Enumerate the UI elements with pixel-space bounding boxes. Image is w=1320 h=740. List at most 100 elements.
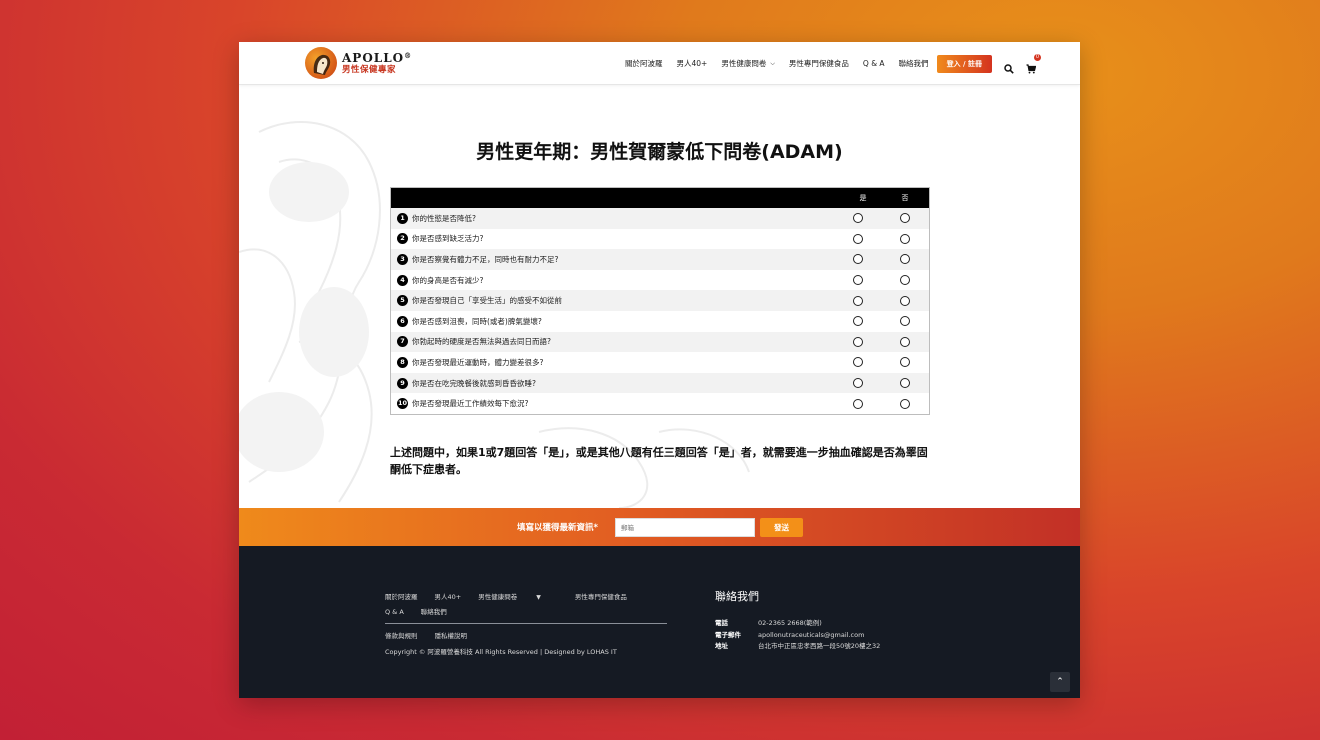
cart-icon[interactable]: 0 (1026, 53, 1041, 73)
contact-key: 電子郵件 (715, 630, 741, 639)
footer-nav-health-survey[interactable]: 男性健康問卷 ▼ (478, 590, 558, 605)
footer-nav-about[interactable]: 關於阿波羅 (385, 590, 418, 604)
contact-email[interactable]: apollonutraceuticals@gmail.com (758, 630, 864, 642)
table-row: 8 你是否發現最近運動時，體力變差很多? (391, 352, 929, 373)
answer-yes-radio[interactable] (853, 254, 863, 265)
answer-yes-radio[interactable] (853, 398, 863, 409)
contact-key: 電話 (715, 619, 728, 627)
answer-no-radio[interactable] (900, 336, 910, 347)
nav-item-men-40[interactable]: 男人40+ (677, 58, 708, 69)
search-icon[interactable] (1004, 59, 1014, 74)
contact-address-row: 地址 台北市中正區忠孝西路一段50號20樓之32 (715, 641, 880, 653)
question-number-badge: 2 (397, 233, 408, 245)
question-number-badge: 3 (397, 253, 408, 265)
logo-registered-mark: ® (404, 50, 413, 60)
copyright-text: Copyright © 阿波羅營養科技 All Rights Reserved … (385, 648, 617, 656)
question-number-badge: 5 (397, 295, 408, 307)
answer-yes-radio[interactable] (853, 213, 863, 224)
site-logo[interactable]: APOLLO® 男性保健專家 (305, 46, 412, 80)
table-row: 1 你的性慾是否降低? (391, 208, 929, 229)
nav-item-contact[interactable]: 聯絡我們 (899, 58, 929, 69)
apollo-head-logo-icon (305, 47, 337, 79)
answer-no-radio[interactable] (900, 398, 910, 409)
nav-item-label: 男人40+ (676, 59, 708, 68)
nav-item-health-survey[interactable]: 男性健康問卷 ⌵ (721, 58, 775, 69)
nav-item-label: 關於阿波羅 (625, 59, 663, 68)
footer-nav-qa[interactable]: Q & A (385, 605, 404, 619)
nav-item-label: 男性專門保健食品 (788, 59, 849, 68)
answer-yes-radio[interactable] (853, 336, 863, 347)
question-text: 你是否發現最近運動時，體力變差很多? (412, 357, 544, 367)
login-register-button[interactable]: 登入 / 註冊 (936, 54, 992, 73)
logo-subtitle: 男性保健專家 (342, 64, 397, 75)
question-text: 你勃起時的硬度是否無法與過去同日而語? (412, 337, 551, 347)
newsletter-send-button[interactable]: 發送 (760, 518, 803, 537)
footer-nav: 關於阿波羅 男人40+ 男性健康問卷 ▼ 男性專門保健食品 Q & A 聯絡我們 (385, 590, 667, 619)
question-number-badge: 6 (397, 315, 408, 327)
scroll-to-top-button[interactable]: ⌃ (1050, 672, 1070, 692)
terms-link[interactable]: 條款與規則 (385, 632, 418, 640)
table-row: 3 你是否察覺有體力不足，同時也有耐力不足? (391, 249, 929, 270)
question-text: 你是否在吃完晚餐後就感到昏昏欲睡? (412, 378, 536, 388)
contact-phone[interactable]: 02-2365 2668(範例) (758, 618, 822, 630)
newsletter-email-input[interactable] (615, 518, 755, 537)
contact-heading: 聯絡我們 (715, 590, 759, 603)
caret-down-icon: ▼ (536, 594, 541, 601)
answer-no-radio[interactable] (900, 233, 910, 244)
footer-nav-products[interactable]: 男性專門保健食品 (575, 590, 627, 604)
table-row: 4 你的身高是否有減少? (391, 269, 929, 291)
column-header-no: 否 (901, 194, 909, 202)
question-number-badge: 10 (397, 398, 408, 410)
column-header-yes: 是 (859, 194, 867, 202)
contact-info: 電話 02-2365 2668(範例) 電子郵件 apollonutraceutic… (715, 618, 880, 653)
logo-title: APOLLO (342, 50, 405, 65)
answer-yes-radio[interactable] (853, 357, 863, 368)
table-row: 5 你是否發現自己「享受生活」的感受不如從前 (391, 290, 929, 311)
question-rows: 1 你的性慾是否降低? 2 你是否感到缺乏活力? 3 你是否察覺有體力不足，同時… (391, 208, 929, 414)
nav-item-label: 男性健康問卷 (721, 59, 767, 68)
footer-nav-men-40[interactable]: 男人40+ (435, 590, 462, 604)
question-number-badge: 4 (397, 274, 408, 286)
table-header: 是 否 (391, 188, 929, 208)
answer-no-radio[interactable] (900, 275, 910, 286)
contact-key: 地址 (715, 642, 728, 650)
nav-item-qa[interactable]: Q & A (863, 59, 885, 68)
question-text: 你是否發現自己「享受生活」的感受不如從前 (412, 296, 562, 306)
question-number-badge: 1 (397, 212, 408, 224)
nav-item-label: Q & A (862, 59, 885, 68)
answer-no-radio[interactable] (900, 213, 910, 224)
answer-yes-radio[interactable] (853, 378, 863, 389)
chevron-up-icon: ⌃ (1056, 677, 1064, 687)
nav-item-products[interactable]: 男性專門保健食品 (789, 58, 849, 69)
nav-item-label: 聯絡我們 (898, 59, 929, 68)
footer-nav-label: 男性健康問卷 (478, 593, 518, 601)
table-row: 10 你是否發現最近工作績效每下愈況? (391, 393, 929, 414)
answer-yes-radio[interactable] (853, 316, 863, 327)
contact-phone-row: 電話 02-2365 2668(範例) (715, 618, 880, 630)
footer-legal-links: 條款與規則 隱私權說明 (385, 630, 484, 640)
page-title: 男性更年期：男性賀爾蒙低下問卷(ADAM) (476, 141, 843, 163)
answer-no-radio[interactable] (900, 316, 910, 327)
chevron-down-icon: ⌵ (770, 59, 775, 67)
answer-no-radio[interactable] (900, 357, 910, 368)
answer-yes-radio[interactable] (853, 233, 863, 244)
answer-no-radio[interactable] (900, 378, 910, 389)
contact-email-row: 電子郵件 apollonutraceuticals@gmail.com (715, 630, 880, 642)
nav-item-about[interactable]: 關於阿波羅 (625, 58, 663, 69)
table-row: 7 你勃起時的硬度是否無法與過去同日而語? (391, 331, 929, 353)
footer-nav-contact[interactable]: 聯絡我們 (421, 605, 447, 619)
question-number-badge: 7 (397, 336, 408, 348)
question-text: 你的性慾是否降低? (412, 213, 476, 223)
table-row: 6 你是否感到沮喪，同時(或者)脾氣變壞? (391, 310, 929, 332)
answer-no-radio[interactable] (900, 254, 910, 265)
adam-questionnaire-table: 是 否 1 你的性慾是否降低? 2 你是否感到缺乏活力? 3 你是否察覺有體力不… (390, 187, 930, 415)
table-row: 9 你是否在吃完晚餐後就感到昏昏欲睡? (391, 372, 929, 394)
privacy-link[interactable]: 隱私權說明 (435, 632, 468, 640)
answer-yes-radio[interactable] (853, 295, 863, 306)
table-row: 2 你是否感到缺乏活力? (391, 228, 929, 250)
question-text: 你是否感到缺乏活力? (412, 234, 484, 244)
newsletter-bar: 填寫以獲得最新資訊* 發送 (239, 508, 1080, 546)
answer-yes-radio[interactable] (853, 275, 863, 286)
footer-divider (385, 623, 667, 624)
answer-no-radio[interactable] (900, 295, 910, 306)
